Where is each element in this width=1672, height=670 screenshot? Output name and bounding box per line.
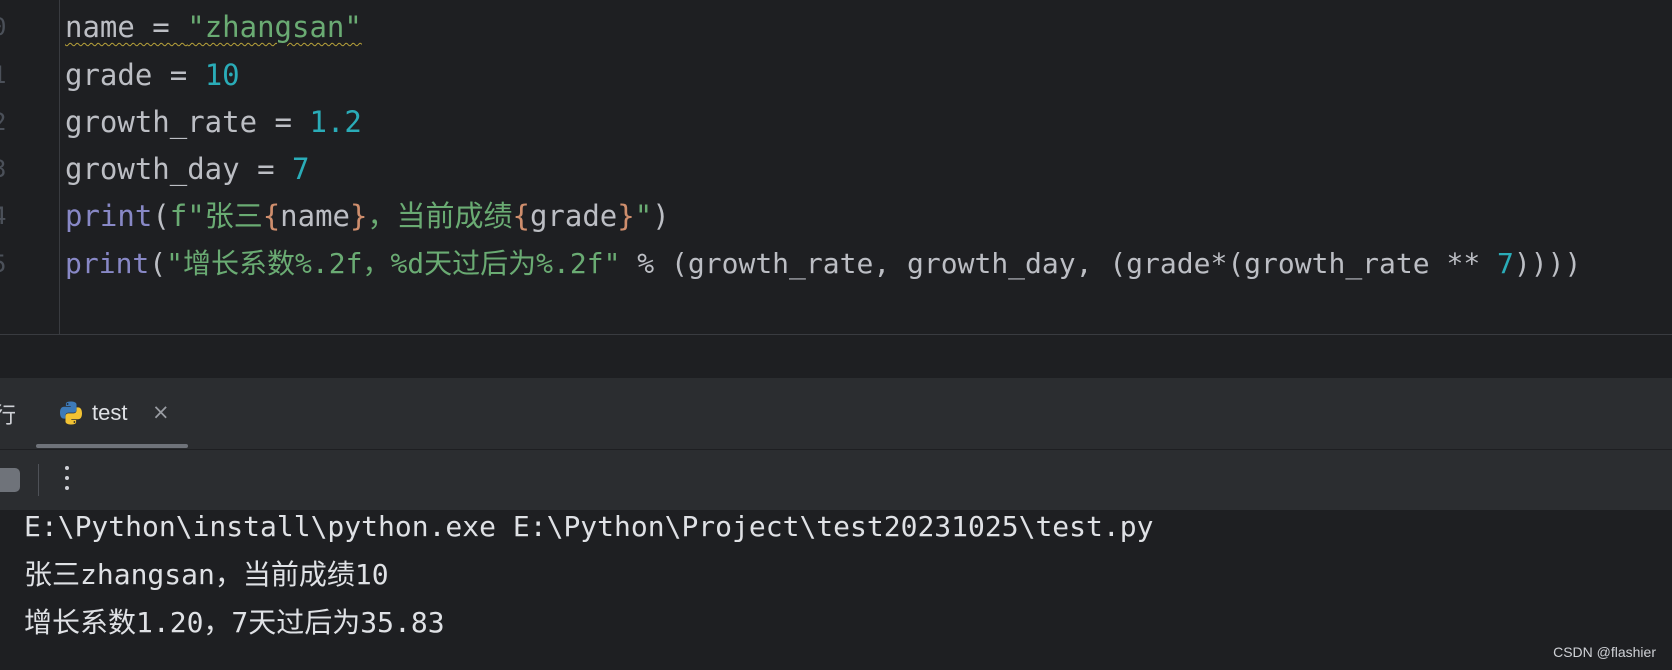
builtin-function: print: [65, 247, 150, 280]
code-line[interactable]: grade = 10: [65, 57, 240, 93]
line-number: 0: [0, 12, 12, 42]
code-line[interactable]: growth_rate = 1.2: [65, 104, 362, 140]
string-literal: "增长系数%.2f，%d天过后为%.2f": [166, 247, 621, 280]
active-tab-indicator: [36, 444, 188, 448]
builtin-function: print: [65, 199, 153, 233]
identifier: growth_day: [65, 152, 240, 186]
fstring-brace: }: [350, 199, 368, 233]
console-output[interactable]: E:\Python\install\python.exe E:\Python\P…: [0, 510, 1672, 670]
fstring-brace: }: [617, 199, 635, 233]
number-literal: 1.2: [309, 105, 362, 139]
operator: =: [239, 152, 292, 186]
operator: =: [152, 58, 205, 92]
code-line[interactable]: name = "zhangsan": [65, 9, 362, 45]
number-literal: 7: [1497, 247, 1514, 280]
fstring-literal: ": [634, 199, 653, 233]
line-number: 2: [0, 107, 12, 137]
fstring-brace: {: [262, 199, 281, 233]
console-line: E:\Python\install\python.exe E:\Python\P…: [24, 510, 1154, 543]
paren: )))): [1513, 247, 1582, 280]
identifier: name: [65, 10, 135, 44]
python-icon: [60, 401, 82, 425]
code-line[interactable]: growth_day = 7: [65, 151, 309, 187]
fstring-literal: f"张三: [169, 199, 263, 233]
code-line[interactable]: print("增长系数%.2f，%d天过后为%.2f" % (growth_ra…: [65, 246, 1581, 282]
toolbar-divider: [38, 464, 39, 496]
tab-test[interactable]: test ×: [36, 378, 188, 450]
operator: =: [134, 10, 188, 44]
run-panel-label[interactable]: 行: [0, 398, 16, 430]
operator: =: [257, 105, 310, 139]
close-icon[interactable]: ×: [152, 400, 170, 424]
more-vertical-icon[interactable]: [60, 462, 74, 496]
panel-gap: [0, 335, 1672, 378]
fstring-expression: name: [280, 199, 351, 233]
line-number: 5: [0, 249, 12, 279]
code-editor[interactable]: 0 1 2 3 4 5 name = "zhangsan" grade = 10…: [0, 0, 1672, 335]
paren: (: [152, 199, 170, 233]
number-literal: 10: [204, 58, 240, 92]
fstring-expression: grade: [529, 199, 618, 233]
identifier: growth_rate: [65, 105, 258, 139]
expression: % (growth_rate, growth_day, (grade*(grow…: [620, 247, 1498, 280]
console-line: 张三zhangsan，当前成绩10: [24, 558, 389, 591]
run-toolbar: [0, 450, 1672, 510]
tab-label: test: [92, 400, 128, 425]
line-number: 4: [0, 201, 12, 231]
fstring-brace: {: [512, 199, 530, 233]
paren: (: [149, 247, 167, 280]
line-number: 3: [0, 154, 12, 184]
stop-icon[interactable]: [0, 468, 20, 492]
code-line[interactable]: print(f"张三{name}，当前成绩{grade}"): [65, 198, 670, 234]
console-line: 增长系数1.20，7天过后为35.83: [24, 606, 445, 639]
identifier: grade: [65, 58, 153, 92]
watermark: CSDN @flashier: [1553, 644, 1656, 660]
line-number: 1: [0, 60, 12, 90]
paren: ): [652, 199, 670, 233]
number-literal: 7: [292, 152, 310, 186]
string-literal: "zhangsan": [187, 10, 362, 44]
fstring-literal: ，当前成绩: [367, 199, 513, 233]
line-number-gutter: 0 1 2 3 4 5: [0, 0, 60, 335]
run-tab-bar: 行 test ×: [0, 378, 1672, 450]
